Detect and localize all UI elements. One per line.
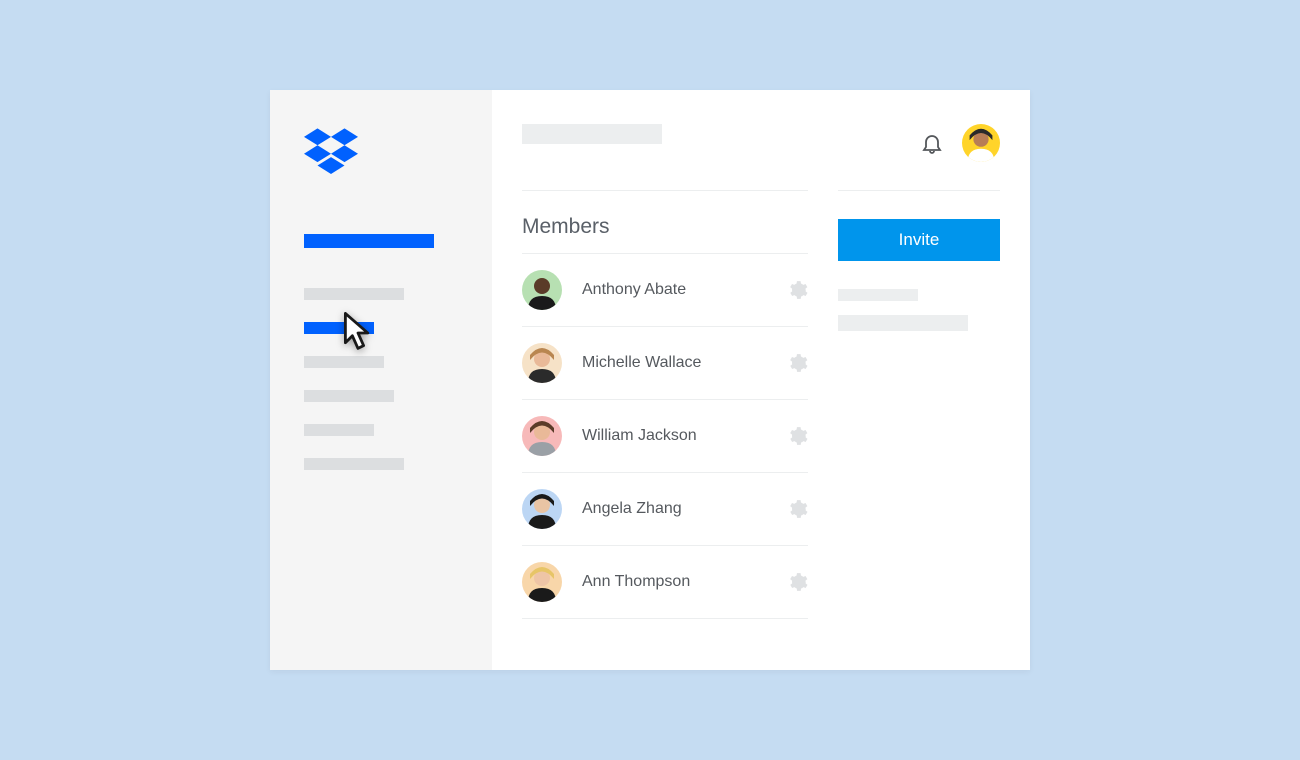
gear-icon[interactable]: [786, 352, 808, 374]
app-window: Members Anthony Abate Michelle Wallace W…: [270, 90, 1030, 670]
current-user-avatar[interactable]: [962, 124, 1000, 162]
sidebar-item-6[interactable]: [304, 458, 404, 470]
main: Members Anthony Abate Michelle Wallace W…: [492, 90, 1030, 670]
right-placeholder-2: [838, 315, 968, 331]
sidebar: [270, 90, 492, 670]
member-row[interactable]: Anthony Abate: [522, 253, 808, 326]
member-name: Angela Zhang: [582, 500, 786, 518]
sidebar-item-4[interactable]: [304, 390, 394, 402]
divider: [522, 190, 808, 191]
sidebar-item-1[interactable]: [304, 288, 404, 300]
member-name: Michelle Wallace: [582, 354, 786, 372]
sidebar-nav: [304, 234, 492, 470]
gear-icon[interactable]: [786, 498, 808, 520]
right-placeholder-1: [838, 289, 918, 301]
members-heading: Members: [522, 215, 808, 239]
sidebar-item-3[interactable]: [304, 356, 384, 368]
dropbox-logo[interactable]: [304, 128, 492, 176]
member-avatar: [522, 489, 562, 529]
right-column: Invite: [838, 124, 1000, 670]
member-row[interactable]: Angela Zhang: [522, 472, 808, 545]
member-avatar: [522, 562, 562, 602]
gear-icon[interactable]: [786, 279, 808, 301]
page-title-placeholder: [522, 124, 662, 144]
cursor-icon: [344, 312, 372, 346]
sidebar-primary-item[interactable]: [304, 234, 434, 248]
sidebar-item-5[interactable]: [304, 424, 374, 436]
member-avatar: [522, 270, 562, 310]
bell-icon[interactable]: [920, 131, 944, 155]
member-row[interactable]: Michelle Wallace: [522, 326, 808, 399]
member-avatar: [522, 343, 562, 383]
members-list: Anthony Abate Michelle Wallace William J…: [522, 253, 808, 619]
invite-button[interactable]: Invite: [838, 219, 1000, 261]
member-name: William Jackson: [582, 427, 786, 445]
member-name: Anthony Abate: [582, 281, 786, 299]
gear-icon[interactable]: [786, 425, 808, 447]
topbar: [838, 124, 1000, 162]
gear-icon[interactable]: [786, 571, 808, 593]
member-row[interactable]: Ann Thompson: [522, 545, 808, 619]
divider: [838, 190, 1000, 191]
member-row[interactable]: William Jackson: [522, 399, 808, 472]
content-column: Members Anthony Abate Michelle Wallace W…: [522, 124, 808, 670]
member-avatar: [522, 416, 562, 456]
member-name: Ann Thompson: [582, 573, 786, 591]
